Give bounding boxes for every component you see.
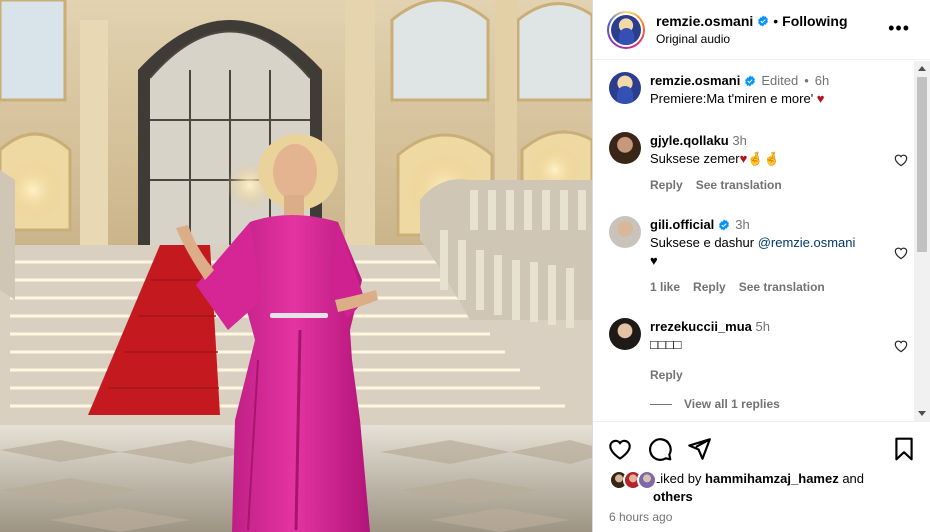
- comment-icon[interactable]: [647, 436, 673, 462]
- like-comment-icon[interactable]: [893, 152, 909, 168]
- post-actions: Liked by hammihamzaj_hamez and others 6 …: [593, 421, 930, 532]
- comments-list[interactable]: remzie.osmani Edited • 6h Premiere:Ma t'…: [593, 61, 915, 421]
- avatar[interactable]: [609, 318, 641, 350]
- caption-age[interactable]: 6h: [815, 72, 829, 90]
- scrollbar-thumb[interactable]: [917, 77, 927, 252]
- author-username[interactable]: remzie.osmani: [656, 13, 753, 29]
- avatar[interactable]: [609, 216, 641, 248]
- verified-icon: [758, 15, 769, 27]
- reply-button[interactable]: Reply: [650, 366, 683, 384]
- mention-link[interactable]: @remzie.osmani: [758, 235, 856, 250]
- view-replies-button[interactable]: View all 1 replies: [650, 397, 780, 411]
- avatar[interactable]: [609, 72, 641, 104]
- like-comment-icon[interactable]: [893, 338, 909, 354]
- caption: remzie.osmani Edited • 6h Premiere:Ma t'…: [609, 72, 909, 108]
- verified-icon: [745, 75, 756, 87]
- heart-icon[interactable]: [607, 436, 633, 462]
- comment-item: rrezekuccii_mua 5h □□□□ Reply: [609, 318, 909, 384]
- audio-link[interactable]: Original audio: [656, 32, 848, 46]
- scroll-down-icon[interactable]: [918, 411, 926, 416]
- reply-button[interactable]: Reply: [693, 278, 726, 296]
- instagram-post-view: remzie.osmani • Following Original audio…: [0, 0, 930, 532]
- caption-username[interactable]: remzie.osmani: [650, 72, 740, 90]
- comment-age[interactable]: 5h: [756, 319, 770, 334]
- comments-scrollbar[interactable]: [914, 61, 930, 421]
- video-frame: [0, 0, 592, 532]
- comment-item: gili.official 3h Suksese e dashur @remzi…: [609, 216, 909, 296]
- avatar[interactable]: [609, 132, 641, 164]
- scroll-up-icon[interactable]: [918, 66, 926, 71]
- caption-text: Premiere:Ma t'miren e more' ♥: [650, 91, 825, 106]
- liked-by: Liked by hammihamzaj_hamez and others: [609, 470, 883, 506]
- post-header: remzie.osmani • Following Original audio…: [593, 0, 930, 60]
- liker-avatars: [609, 470, 661, 492]
- comment-username[interactable]: rrezekuccii_mua: [650, 319, 752, 334]
- comment-age[interactable]: 3h: [732, 133, 746, 148]
- comment-text: □□□□: [650, 337, 682, 352]
- comment-username[interactable]: gili.official: [650, 216, 714, 234]
- story-ring-avatar[interactable]: [607, 10, 645, 49]
- following-button[interactable]: Following: [782, 13, 847, 29]
- comment-likes-count[interactable]: 1 like: [650, 278, 680, 296]
- separator: •: [773, 13, 779, 29]
- view-replies-label: View all 1 replies: [684, 397, 780, 411]
- divider: [650, 403, 672, 405]
- save-icon[interactable]: [891, 436, 917, 462]
- post-video[interactable]: [0, 0, 592, 532]
- comment-text: Suksese zemer♥🤞🤞: [650, 151, 780, 166]
- liker-username[interactable]: hammihamzaj_hamez: [705, 471, 839, 486]
- comment-age[interactable]: 3h: [735, 216, 749, 234]
- post-timestamp[interactable]: 6 hours ago: [609, 510, 672, 524]
- avatar[interactable]: [637, 470, 657, 490]
- reply-button[interactable]: Reply: [650, 176, 683, 194]
- post-sidebar: remzie.osmani • Following Original audio…: [592, 0, 930, 532]
- edited-label: Edited: [761, 73, 799, 88]
- share-icon[interactable]: [686, 436, 712, 462]
- comment-item: gjyle.qollaku 3h Suksese zemer♥🤞🤞 Reply …: [609, 132, 909, 194]
- see-translation-button[interactable]: See translation: [739, 278, 825, 296]
- likes-suffix: and: [838, 471, 865, 486]
- comment-text-heart: ♥: [650, 253, 658, 268]
- avatar: [611, 14, 641, 45]
- comment-username[interactable]: gjyle.qollaku: [650, 133, 729, 148]
- separator: •: [804, 73, 809, 88]
- comment-text: Suksese e dashur: [650, 235, 758, 250]
- see-translation-button[interactable]: See translation: [696, 176, 782, 194]
- more-icon[interactable]: •••: [888, 19, 910, 37]
- verified-icon: [719, 219, 730, 231]
- like-comment-icon[interactable]: [893, 245, 909, 261]
